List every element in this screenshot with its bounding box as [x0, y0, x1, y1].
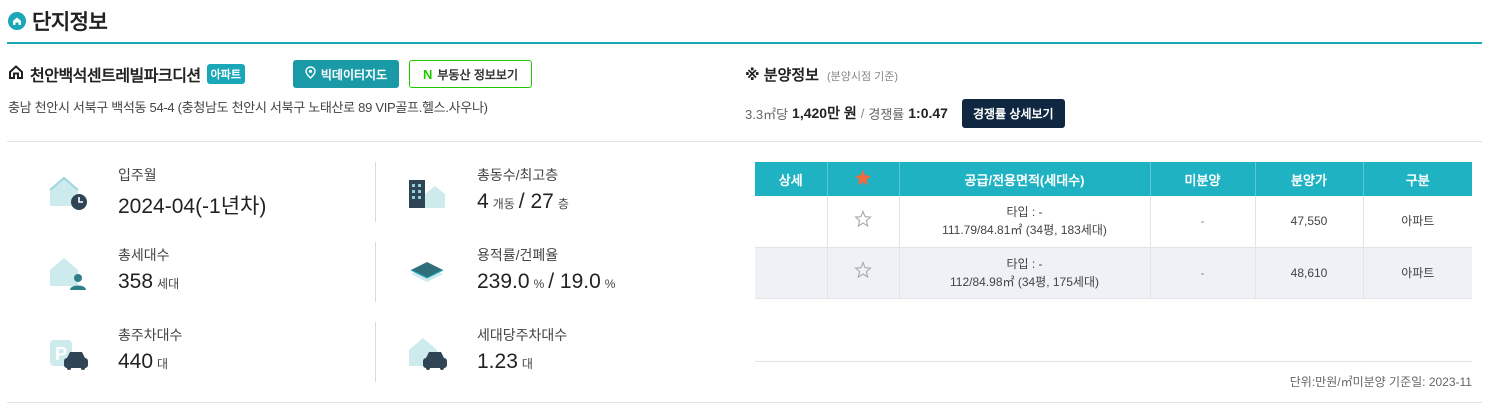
property-type-badge: 아파트	[206, 64, 246, 84]
stat-label: 세대당주차대수	[477, 327, 568, 343]
price-per-area-value: 1,420만 원	[792, 105, 857, 121]
price-cell: 47,550	[1255, 196, 1364, 248]
stat-parking-total: P 총주차대수 440 대	[48, 322, 378, 386]
unsold-cell: -	[1150, 247, 1256, 299]
naver-realestate-label: 부동산 정보보기	[437, 67, 518, 82]
col-favorite	[827, 162, 900, 196]
stat-value: 239.0%/ 19.0%	[477, 270, 616, 293]
home-circle-icon	[8, 12, 26, 30]
area-cell: 타입 : -112/84.98㎡ (34평, 175세대)	[899, 247, 1151, 299]
stat-label: 총세대수	[118, 247, 170, 263]
col-kind: 구분	[1363, 162, 1472, 196]
stat-divider	[375, 322, 376, 382]
stat-divider	[375, 162, 376, 222]
star-outline-icon[interactable]	[854, 209, 872, 231]
map-pin-icon	[305, 66, 316, 82]
col-price: 분양가	[1255, 162, 1364, 196]
sale-summary: 3.3㎡당 1,420만 원 / 경쟁률 1:0.47 경쟁률 상세보기	[745, 98, 1065, 128]
stat-label: 입주월	[118, 167, 157, 183]
area-cell: 타입 : -111.79/84.81㎡ (34평, 183세대)	[899, 196, 1151, 248]
complex-name-row: 천안백석센트레빌파크디션 아파트	[8, 60, 246, 88]
sale-info-title: ※ 분양정보	[745, 67, 819, 84]
favorite-cell[interactable]	[827, 247, 900, 299]
unsold-cell: -	[1150, 196, 1256, 248]
bigdata-map-label: 빅데이터지도	[320, 67, 388, 82]
favorite-cell[interactable]	[827, 196, 900, 248]
price-cell: 48,610	[1255, 247, 1364, 299]
competition-detail-button[interactable]: 경쟁률 상세보기	[961, 98, 1065, 128]
col-unsold: 미분양	[1150, 162, 1256, 196]
col-detail: 상세	[755, 162, 828, 196]
section-divider	[7, 42, 1482, 44]
unit-note: 단위:만원/㎡미분양 기준일: 2023-11	[1289, 375, 1472, 389]
detail-cell[interactable]	[755, 196, 828, 248]
stat-buildings-floors: 총동수/최고층 4 개동/ 27 층	[407, 162, 737, 226]
naver-logo-icon: N	[422, 66, 433, 82]
stat-value: 358 세대	[118, 270, 180, 293]
sale-table: 상세 공급/전용면적(세대수) 미분양 분양가 구분 타입 : -111.79/…	[755, 162, 1472, 299]
complex-address: 충남 천안시 서북구 백석동 54-4 (충청남도 천안시 서북구 노태산로 8…	[8, 100, 488, 115]
kind-cell: 아파트	[1363, 247, 1472, 299]
summary-separator: /	[860, 105, 865, 121]
bottom-divider	[7, 402, 1482, 403]
stat-divider	[375, 242, 376, 302]
price-per-area-label: 3.3㎡당	[745, 106, 789, 122]
stat-label: 총동수/최고층	[477, 167, 559, 183]
buildings-icon	[407, 174, 451, 212]
bigdata-map-button[interactable]: 빅데이터지도	[293, 60, 399, 88]
parking-car-icon: P	[48, 334, 92, 372]
star-filled-icon	[854, 169, 872, 190]
house-person-icon	[48, 254, 92, 292]
star-outline-icon[interactable]	[854, 261, 872, 282]
col-area: 공급/전용면적(세대수)	[899, 162, 1151, 196]
sale-info-subtitle: (분양시점 기준)	[826, 71, 899, 83]
kind-cell: 아파트	[1363, 196, 1472, 248]
table-footer-divider	[755, 361, 1472, 362]
stat-value: 4 개동/ 27 층	[477, 190, 569, 213]
stat-label: 총주차대수	[118, 327, 183, 343]
house-car-icon	[407, 334, 451, 372]
layers-icon	[407, 254, 451, 292]
stat-value: 2024-04(-1년차)	[118, 195, 267, 218]
stat-floor-area-ratio: 용적률/건폐율 239.0%/ 19.0%	[407, 242, 737, 306]
stat-value: 1.23 대	[477, 350, 533, 373]
stat-label: 용적률/건폐율	[477, 247, 559, 263]
stat-households: 총세대수 358 세대	[48, 242, 378, 306]
section-header: 단지정보	[8, 6, 108, 36]
stat-move-in: 입주월 2024-04(-1년차)	[48, 162, 378, 226]
table-row: 타입 : -112/84.98㎡ (34평, 175세대) - 48,610 아…	[755, 247, 1472, 299]
complex-name: 천안백석센트레빌파크디션	[30, 68, 201, 85]
stat-parking-per-household: 세대당주차대수 1.23 대	[407, 322, 737, 386]
table-row: 타입 : -111.79/84.81㎡ (34평, 183세대) - 47,55…	[755, 196, 1472, 248]
detail-cell[interactable]	[755, 247, 828, 299]
house-clock-icon	[48, 174, 92, 212]
sale-info-header: ※ 분양정보 (분양시점 기준)	[745, 64, 898, 85]
competition-label: 경쟁률	[868, 106, 905, 122]
section-title: 단지정보	[32, 11, 108, 34]
home-outline-icon	[8, 64, 24, 85]
table-header-row: 상세 공급/전용면적(세대수) 미분양 분양가 구분	[755, 162, 1472, 196]
competition-value: 1:0.47	[908, 105, 948, 121]
content-divider	[7, 141, 1482, 142]
naver-realestate-button[interactable]: N 부동산 정보보기	[409, 60, 532, 88]
stat-value: 440 대	[118, 350, 169, 373]
